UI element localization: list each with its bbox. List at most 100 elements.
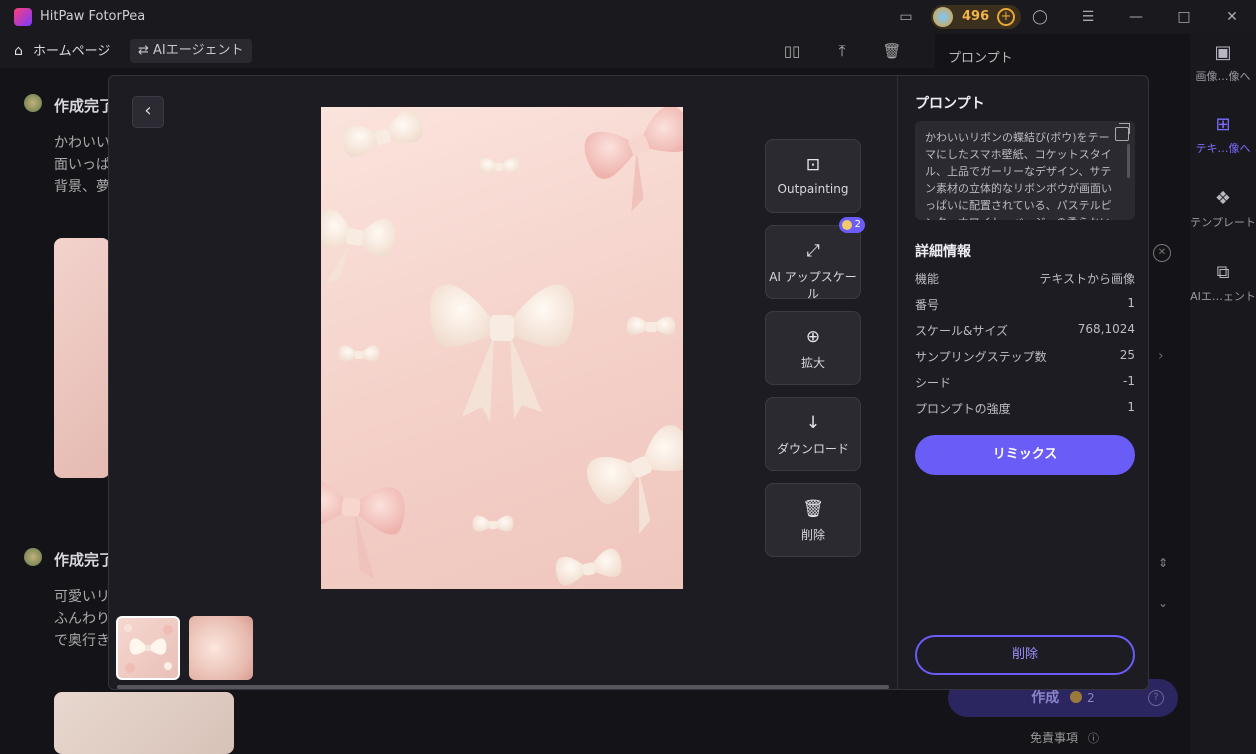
sidebar-item-label: テンプレート — [1190, 216, 1256, 229]
sidebar-item-image-to-image[interactable]: ▣ 画像…像へ — [1190, 42, 1256, 84]
thumbnail-1[interactable] — [116, 616, 180, 680]
expand-icon: ⤢ — [806, 241, 820, 261]
clear-icon[interactable]: ✕ — [1153, 244, 1171, 262]
app-title: HitPaw FotorPea — [40, 9, 146, 24]
nav-home[interactable]: ⌂ ホームページ — [14, 40, 110, 62]
ai-upscale-button[interactable]: ⤢ AI アップスケール — [765, 225, 861, 301]
avatar — [24, 94, 42, 112]
create-cost: 2 — [1087, 691, 1095, 705]
detail-value: 25 — [1119, 348, 1135, 362]
minimize-icon[interactable]: — — [1126, 7, 1146, 27]
add-coins-icon[interactable]: + — [997, 8, 1015, 26]
zoom-in-icon: ⊕ — [805, 327, 821, 347]
bg-heading-1: 作成完了 — [54, 97, 115, 115]
coin-icon — [1070, 691, 1083, 703]
prompt-text: かわいいリボンの蝶結び(ボウ)をテーマにしたスマホ壁紙、コケットスタイル、上品で… — [915, 121, 1135, 220]
right-sidebar: ▣ 画像…像へ ⊞ テキ…像へ ❖ テンプレート ⧉ AIエ…ェント — [1190, 34, 1256, 754]
upload-icon[interactable]: ⤒ — [832, 41, 852, 61]
detail-row-prompt-strength: プロンプトの強度 1 — [915, 400, 1135, 418]
sidebar-item-text-to-image[interactable]: ⊞ テキ…像へ — [1190, 114, 1256, 156]
info-icon: ⓘ — [1087, 732, 1099, 745]
sidebar-item-ai-agent[interactable]: ⧉ AIエ…ェント — [1190, 262, 1256, 304]
stepper-icon[interactable]: ⇕ — [1158, 556, 1168, 570]
help-icon[interactable]: ? — [1148, 690, 1164, 706]
remix-button[interactable]: リミックス — [915, 435, 1135, 475]
details-title: 詳細情報 — [915, 244, 971, 260]
bg-text-2c: で奥行き — [54, 633, 110, 649]
bg-heading-2: 作成完了 — [54, 551, 115, 569]
zoom-button[interactable]: ⊕ 拡大 — [765, 311, 861, 385]
message-icon[interactable]: ▭ — [896, 7, 916, 27]
trash-icon: 🗑 — [802, 499, 824, 519]
chevron-right-icon[interactable]: › — [1158, 348, 1164, 364]
sidebar-item-label: AIエ…ェント — [1190, 290, 1256, 303]
home-icon: ⌂ — [14, 43, 23, 59]
detail-key: 機能 — [915, 272, 940, 286]
detail-row-scale-size: スケール&サイズ 768,1024 — [915, 322, 1135, 340]
download-label: ダウンロード — [776, 442, 849, 456]
coin-balance[interactable]: 496 + — [931, 5, 1021, 29]
bg-image-2[interactable] — [54, 692, 234, 754]
detail-row-sampling-steps: サンプリングステップ数 25 — [915, 348, 1135, 366]
outpainting-button[interactable]: ⊡ Outpainting — [765, 139, 861, 213]
delete-image-button[interactable]: 🗑 削除 — [765, 483, 861, 557]
detail-row-number: 番号 1 — [915, 296, 1135, 314]
horizontal-scrollbar[interactable] — [117, 685, 889, 689]
copy-icon[interactable] — [1115, 123, 1130, 141]
scrollbar-thumb[interactable] — [117, 685, 889, 689]
sidebar-item-label: テキ…像へ — [1195, 142, 1251, 155]
maximize-icon[interactable]: □ — [1174, 7, 1194, 27]
download-button[interactable]: ↓ ダウンロード — [765, 397, 861, 471]
book-icon[interactable]: ▯▯ — [782, 41, 802, 61]
swap-icon: ⇄ — [138, 43, 154, 58]
text-image-icon: ⊞ — [1215, 114, 1231, 135]
sidebar-item-template[interactable]: ❖ テンプレート — [1190, 188, 1256, 230]
thumbnail-2[interactable] — [189, 616, 253, 680]
upscale-cost-badge: 2 — [839, 217, 865, 233]
nav-agent-label: AIエージェント — [153, 43, 244, 58]
app-logo-icon — [14, 8, 32, 26]
bg-prompt-label: プロンプト — [948, 51, 1013, 66]
download-icon: ↓ — [805, 413, 821, 433]
nav-agent[interactable]: ⇄ AIエージェント — [130, 39, 252, 63]
zoom-label: 拡大 — [800, 356, 825, 370]
bg-text-1b: 面いっぱ — [54, 157, 110, 173]
detail-value: 768,1024 — [1077, 322, 1135, 336]
template-icon: ❖ — [1214, 188, 1232, 209]
nav-home-label: ホームページ — [33, 44, 111, 59]
disclaimer-link[interactable]: 免責事項 ⓘ — [1030, 729, 1099, 746]
bg-text-2b: ふんわり — [54, 611, 110, 627]
info-panel: プロンプト かわいいリボンの蝶結び(ボウ)をテーマにしたスマホ壁紙、コケットスタ… — [897, 76, 1148, 689]
nav-bar: ⌂ ホームページ ⇄ AIエージェント ▯▯ ⤒ 🗑 — [0, 34, 935, 68]
account-icon[interactable]: ◯ — [1030, 7, 1050, 27]
detail-value: 1 — [1127, 296, 1135, 310]
avatar — [24, 548, 42, 566]
back-button[interactable]: ‹ — [132, 96, 164, 128]
delete-button[interactable]: 削除 — [915, 635, 1135, 675]
sidebar-item-label: 画像…像へ — [1195, 70, 1251, 83]
bg-image-1[interactable] — [54, 238, 110, 478]
detail-value: -1 — [1123, 374, 1135, 388]
close-icon[interactable]: ✕ — [1222, 7, 1242, 27]
detail-key: プロンプトの強度 — [915, 402, 1011, 416]
trash-icon[interactable]: 🗑 — [882, 41, 902, 61]
image-icon: ▣ — [1214, 42, 1232, 63]
chevron-down-icon[interactable]: ⌄ — [1158, 596, 1168, 610]
menu-icon[interactable]: ☰ — [1078, 7, 1098, 27]
prompt-title: プロンプト — [915, 96, 985, 112]
detail-key: シード — [915, 376, 952, 390]
main-image[interactable] — [321, 107, 683, 589]
ribbon-bows-image — [321, 107, 683, 586]
delete-image-label: 削除 — [800, 528, 825, 542]
detail-key: 番号 — [915, 298, 940, 312]
detail-value: テキストから画像 — [1039, 272, 1135, 286]
detail-key: サンプリングステップ数 — [915, 350, 1047, 364]
image-detail-modal: ‹ ⊡ Outpainting ⤢ AI アップスケール 2 ⊕ 拡大 ↓ ダウ… — [108, 75, 1149, 690]
bg-text-2a: 可愛いリ — [54, 589, 110, 605]
agent-icon: ⧉ — [1216, 262, 1230, 283]
create-label: 作成 — [1031, 690, 1060, 706]
thumbnail-bow-image — [124, 624, 173, 673]
disclaimer-label: 免責事項 — [1030, 731, 1079, 745]
detail-value: 1 — [1127, 400, 1135, 414]
prompt-scrollbar[interactable] — [1127, 144, 1130, 178]
